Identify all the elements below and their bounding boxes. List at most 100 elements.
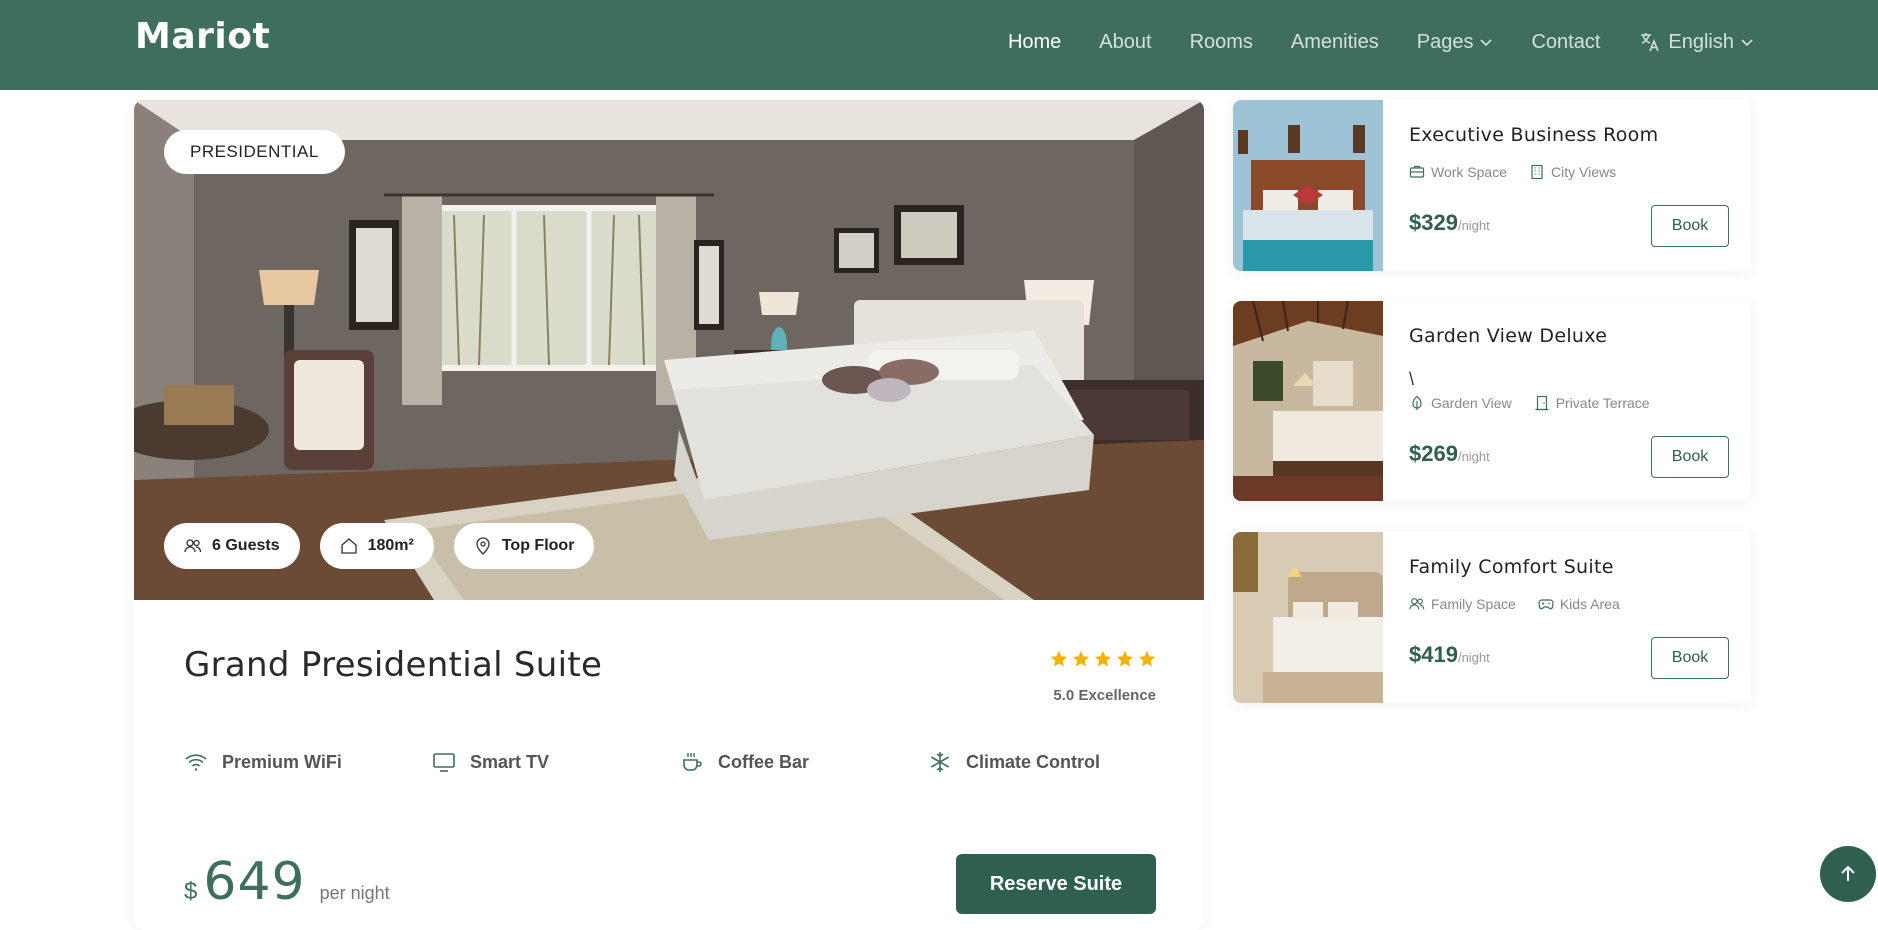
amenity-label: Premium WiFi <box>222 751 342 772</box>
tv-icon <box>433 753 455 772</box>
feature-city-views: City Views <box>1529 164 1616 180</box>
nav-item-pages[interactable]: Pages <box>1417 31 1494 54</box>
room-price: $419 /night <box>1409 642 1490 668</box>
chevron-down-icon <box>1741 39 1753 47</box>
amenity-label: Smart TV <box>470 751 550 772</box>
price: $ 649 per night <box>184 852 390 912</box>
star-icon <box>1050 650 1068 667</box>
price-unit: /night <box>1457 218 1490 233</box>
nav-item-amenities[interactable]: Amenities <box>1291 31 1379 54</box>
room-feature-chips: 6 Guests 180m² Top Floor <box>164 523 595 569</box>
stray-text: \ <box>1409 369 1415 389</box>
feature-kids-area: Kids Area <box>1538 596 1620 612</box>
chip-guests: 6 Guests <box>164 523 300 569</box>
map-pin-icon <box>476 537 490 555</box>
room-title[interactable]: Garden View Deluxe <box>1409 325 1607 347</box>
price-currency: $ <box>184 878 198 905</box>
room-card[interactable]: Family Comfort Suite Family Space Kids A… <box>1233 532 1751 703</box>
feature-label: Kids Area <box>1559 596 1620 612</box>
briefcase-icon <box>1409 165 1425 178</box>
amenity-tv: Smart TV <box>432 750 680 774</box>
home-icon <box>340 538 357 554</box>
chip-label: Top Floor <box>501 537 575 554</box>
feature-private-terrace: Private Terrace <box>1534 395 1650 411</box>
nav-label: About <box>1099 30 1152 53</box>
chevron-down-icon <box>1480 39 1493 47</box>
nav-label: Pages <box>1416 30 1474 53</box>
nav-label: Home <box>1007 30 1062 53</box>
nav-item-about[interactable]: About <box>1099 31 1151 54</box>
nav-label: Amenities <box>1290 30 1379 53</box>
chip-area: 180m² <box>319 523 434 569</box>
nav-item-rooms[interactable]: Rooms <box>1190 31 1253 54</box>
star-icon <box>1138 650 1156 667</box>
nav-item-contact[interactable]: Contact <box>1531 31 1600 54</box>
feature-family-space: Family Space <box>1409 596 1516 612</box>
room-card[interactable]: Executive Business Room Work Space City … <box>1233 100 1751 271</box>
amenity-coffee: Coffee Bar <box>680 750 928 774</box>
star-icon <box>1116 650 1134 667</box>
room-title[interactable]: Family Comfort Suite <box>1409 556 1614 578</box>
featured-room-card: PRESIDENTIAL 6 Guests 180m² Top Floor Gr… <box>134 100 1204 930</box>
chip-floor: Top Floor <box>453 523 595 569</box>
nav-label: Rooms <box>1189 30 1253 53</box>
leaf-icon <box>1412 395 1422 410</box>
reserve-suite-button[interactable]: Reserve Suite <box>956 854 1156 914</box>
price-amount: $269 <box>1409 441 1458 466</box>
users-icon <box>1409 598 1425 610</box>
coffee-icon <box>683 753 702 771</box>
language-selector[interactable]: English <box>1638 30 1754 54</box>
star-icon <box>1094 650 1112 667</box>
price-unit: per night <box>319 883 390 903</box>
amenity-label: Climate Control <box>966 751 1101 772</box>
room-title: Grand Presidential Suite <box>184 645 603 685</box>
translate-icon <box>1641 33 1660 52</box>
room-title[interactable]: Executive Business Room <box>1409 124 1658 146</box>
room-category-badge: PRESIDENTIAL <box>164 130 345 174</box>
main-nav: Home About Rooms Amenities Pages Contact… <box>1008 0 1754 84</box>
snowflake-icon <box>930 752 950 772</box>
room-thumbnail <box>1233 100 1383 271</box>
room-price: $269 /night <box>1409 441 1490 467</box>
rating-text: 5.0 Excellence <box>1053 687 1156 704</box>
amenity-list: Premium WiFi Smart TV Coffee Bar Climate… <box>184 750 1176 774</box>
rating-stars <box>1050 650 1156 668</box>
language-label: English <box>1668 30 1734 53</box>
book-button[interactable]: Book <box>1651 637 1729 679</box>
room-features: Work Space City Views <box>1409 164 1616 180</box>
room-features: Family Space Kids Area <box>1409 596 1620 612</box>
room-thumbnail <box>1233 532 1383 703</box>
door-icon <box>1535 395 1549 411</box>
feature-garden-view: Garden View <box>1409 395 1512 411</box>
chip-label: 180m² <box>367 537 414 554</box>
room-card[interactable]: Garden View Deluxe \ Garden View Private… <box>1233 301 1751 501</box>
price-unit: /night <box>1457 449 1490 464</box>
amenity-label: Coffee Bar <box>718 751 810 772</box>
book-button[interactable]: Book <box>1651 436 1729 478</box>
room-features: Garden View Private Terrace <box>1409 395 1650 411</box>
price-unit: /night <box>1457 650 1490 665</box>
room-thumbnail <box>1233 301 1383 501</box>
logo[interactable]: Mariot <box>135 16 270 57</box>
wifi-icon <box>185 754 207 771</box>
scroll-to-top-button[interactable] <box>1820 846 1876 902</box>
nav-label: Contact <box>1531 30 1601 53</box>
book-button[interactable]: Book <box>1651 205 1729 247</box>
chip-label: 6 Guests <box>212 537 280 554</box>
navbar: Mariot Home About Rooms Amenities Pages … <box>0 0 1878 90</box>
star-icon <box>1072 650 1090 667</box>
price-amount: $419 <box>1409 642 1458 667</box>
feature-label: Work Space <box>1431 164 1507 180</box>
feature-work-space: Work Space <box>1409 164 1507 180</box>
building-icon <box>1531 164 1543 180</box>
nav-item-home[interactable]: Home <box>1008 31 1061 54</box>
users-icon <box>184 539 202 553</box>
amenity-climate: Climate Control <box>928 750 1176 774</box>
price-amount: 649 <box>203 852 306 912</box>
feature-label: Private Terrace <box>1555 395 1650 411</box>
feature-label: City Views <box>1551 164 1617 180</box>
amenity-wifi: Premium WiFi <box>184 750 432 774</box>
gamepad-icon <box>1538 599 1554 610</box>
price-amount: $329 <box>1409 210 1458 235</box>
feature-label: Family Space <box>1431 596 1516 612</box>
